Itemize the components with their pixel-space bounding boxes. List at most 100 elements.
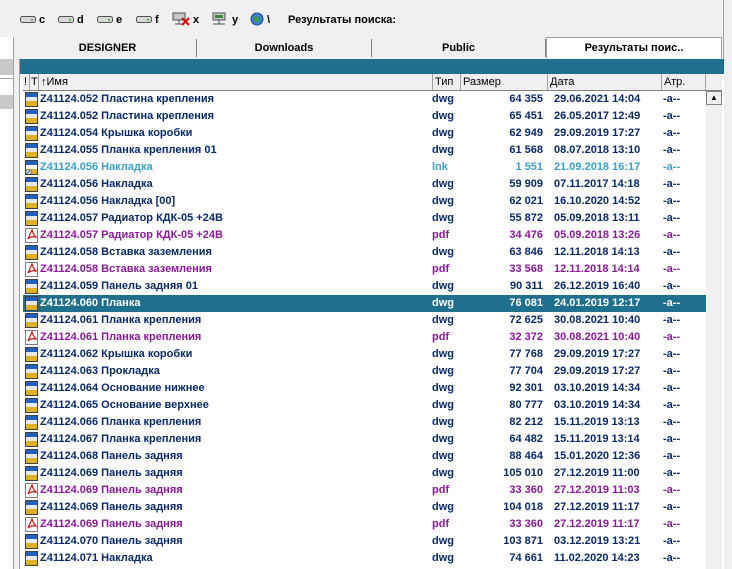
file-row[interactable]: Z41124.061 Планка крепления pdf 32 372 30.0… [23,329,706,346]
tab-search-results[interactable]: Результаты поис.. [546,37,722,58]
file-name: Z41124.062 Крышка коробки [40,348,193,360]
dwg-file-icon [24,244,38,261]
file-row[interactable]: Z41124.055 Планка крепления 01 dwg 61 568 0… [23,142,706,159]
tab-designer[interactable]: DESIGNER [19,39,197,57]
drive-icon [97,14,113,27]
column-size[interactable]: Размер [461,74,548,90]
file-row[interactable]: Z41124.058 Вставка заземления dwg 63 846 12… [23,244,706,261]
dwg-file-icon [24,108,38,125]
column-name[interactable]: ↑Имя [39,74,433,90]
pdf-file-icon [24,329,38,346]
file-type: pdf [432,331,450,343]
file-row[interactable]: Z41124.069 Панель задняя dwg 105 010 27.12.… [23,465,706,482]
file-attributes: -a-- [663,246,681,258]
file-name: Z41124.058 Вставка заземления [40,263,212,275]
disconnected-network-drive-icon [172,12,190,29]
file-attributes: -a-- [663,382,681,394]
file-row[interactable]: Z41124.068 Панель задняя dwg 88 464 15.01.2… [23,448,706,465]
file-attributes: -a-- [663,178,681,190]
file-attributes: -a-- [663,535,681,547]
file-row[interactable]: Z41124.058 Вставка заземления pdf 33 568 12… [23,261,706,278]
drive-1[interactable]: d [58,12,84,28]
file-row[interactable]: Z41124.066 Планка крепления dwg 82 212 15.1… [23,414,706,431]
drive-0[interactable]: c [20,12,45,28]
file-type: dwg [432,552,454,564]
scroll-up-arrow-icon[interactable]: ▲ [706,91,722,105]
file-row[interactable]: Z41124.069 Панель задняя pdf 33 360 27.12.2… [23,482,706,499]
file-type: dwg [432,416,454,428]
file-name: Z41124.058 Вставка заземления [40,246,212,258]
file-attributes: -a-- [663,399,681,411]
left-panel-strip[interactable] [0,37,14,569]
file-name: Z41124.065 Основание верхнее [40,399,209,411]
file-row[interactable]: Z41124.063 Прокладка dwg 77 704 29.09.2019 … [23,363,706,380]
dwg-file-icon [24,380,38,397]
file-row[interactable]: Z41124.067 Планка крепления dwg 64 482 15.1… [23,431,706,448]
file-size: 76 081 [509,297,543,309]
file-type: dwg [432,433,454,445]
file-name: Z41124.066 Планка крепления [40,416,202,428]
file-row[interactable]: Z41124.065 Основание верхнее dwg 80 777 03.… [23,397,706,414]
drive-5[interactable]: y [211,12,238,28]
dwg-file-icon [24,142,38,159]
file-size: 104 018 [503,501,543,513]
dwg-file-icon [24,414,38,431]
column-header: ! T ↑Имя Тип Размер Дата Атр. [23,74,722,91]
file-type: dwg [432,178,454,190]
window-edge-bg [724,0,732,569]
file-type: dwg [432,348,454,360]
file-name: Z41124.071 Накладка [40,552,153,564]
dwg-file-icon [24,193,38,210]
drive-6[interactable]: \ [250,12,270,28]
dwg-file-icon [24,295,38,312]
file-size: 64 355 [509,93,543,105]
file-row[interactable]: Z41124.052 Пластина крепления dwg 65 451 26… [23,108,706,125]
file-type: pdf [432,229,450,241]
file-type: dwg [432,501,454,513]
file-attributes: -a-- [663,144,681,156]
file-type: dwg [432,382,454,394]
vertical-scrollbar[interactable]: ▲ [706,91,722,569]
file-row[interactable]: Z41124.056 Накладка [00] dwg 62 021 16.10.2… [23,193,706,210]
file-name: Z41124.060 Планка [40,297,141,309]
file-row[interactable]: Z41124.052 Пластина крепления dwg 64 355 29… [23,91,706,108]
file-row[interactable]: Z41124.054 Крышка коробки dwg 62 949 29.09.… [23,125,706,142]
tab-public[interactable]: Public [372,39,546,57]
tab-downloads[interactable]: Downloads [197,39,372,57]
column-date[interactable]: Дата [548,74,662,90]
file-size: 32 372 [509,331,543,343]
drive-4[interactable]: x [172,12,199,28]
column-t[interactable]: T [30,74,39,90]
file-type: dwg [432,399,454,411]
file-row[interactable]: Z41124.056 Накладка dwg 59 909 07.11.2017 1… [23,176,706,193]
file-row[interactable]: Z41124.064 Основание нижнее dwg 92 301 03.1… [23,380,706,397]
file-row[interactable]: Z41124.071 Накладка dwg 74 661 11.02.2020 1… [23,550,706,567]
drive-icon [136,14,152,27]
file-size: 65 451 [509,110,543,122]
drive-3[interactable]: f [136,12,159,28]
file-row[interactable]: Z41124.069 Панель задняя pdf 33 360 27.12.2… [23,516,706,533]
drive-icon [58,14,74,27]
file-row[interactable]: Z41124.062 Крышка коробки dwg 77 768 29.09.… [23,346,706,363]
drive-2[interactable]: e [97,12,122,28]
file-attributes: -a-- [663,467,681,479]
left-panel-row[interactable] [0,95,13,109]
file-row[interactable]: Z41124.070 Панель задняя dwg 103 871 03.12.… [23,533,706,550]
file-panel: ! T ↑Имя Тип Размер Дата Атр. Z41124.052… [19,59,724,569]
file-row[interactable]: Z41124.059 Панель задняя 01 dwg 90 311 26.1… [23,278,706,295]
file-name: Z41124.061 Планка крепления [40,314,202,326]
dwg-file-icon [24,465,38,482]
file-row[interactable]: Z41124.057 Радиатор КДК-05 +24В dwg 55 872… [23,210,706,227]
column-attr[interactable]: Атр. [662,74,706,90]
column-type[interactable]: Тип [433,74,461,90]
dwg-file-icon [24,278,38,295]
file-type: pdf [432,518,450,530]
dwg-file-icon [24,125,38,142]
file-row[interactable]: Z41124.056 Накладка lnk 1 551 21.09.2018 16… [23,159,706,176]
column-a[interactable]: ! [23,74,30,90]
file-row[interactable]: Z41124.061 Планка крепления dwg 72 625 30.0… [23,312,706,329]
file-row[interactable]: Z41124.069 Панель задняя dwg 104 018 27.12.… [23,499,706,516]
file-row[interactable]: Z41124.060 Планка dwg 76 081 24.01.2019 12:… [23,295,706,312]
file-row[interactable]: Z41124.057 Радиатор КДК-05 +24В pdf 34 476… [23,227,706,244]
file-name: Z41124.055 Планка крепления 01 [40,144,217,156]
